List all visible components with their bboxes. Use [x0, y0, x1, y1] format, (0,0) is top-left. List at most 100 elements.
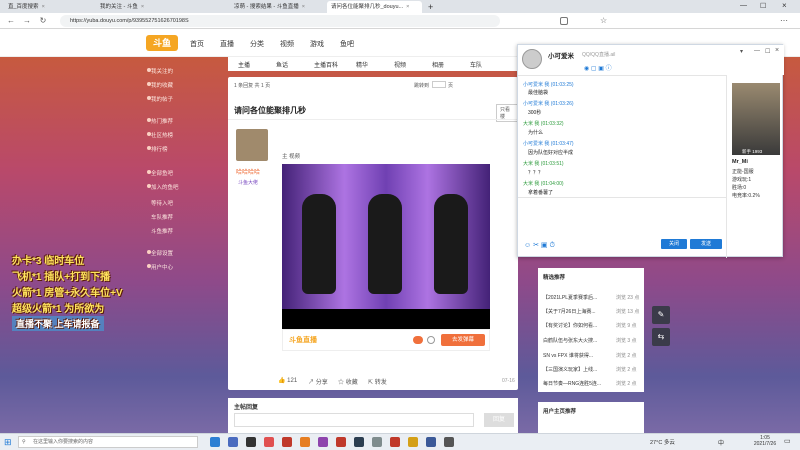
- browser-tab[interactable]: 我的关注 - 斗鱼 ×: [96, 1, 176, 13]
- favorite-button[interactable]: ☆ 收藏: [338, 377, 358, 386]
- sidebar-item[interactable]: 排行榜: [147, 145, 168, 153]
- maximize-icon[interactable]: ☐: [760, 2, 766, 10]
- extension-icon[interactable]: [560, 17, 568, 25]
- send-button[interactable]: 发送: [690, 239, 722, 249]
- share-button[interactable]: ↗ 分享: [308, 377, 328, 386]
- contact-avatar[interactable]: [522, 49, 542, 69]
- favorite-icon[interactable]: ☆: [600, 16, 607, 25]
- chat-minimize-icon[interactable]: —: [754, 48, 760, 54]
- notification-icon[interactable]: ▭: [784, 437, 791, 445]
- windows-start-icon[interactable]: ⊞: [4, 437, 12, 448]
- taskbar-search-input[interactable]: ⚲ 在这里输入你要搜索的内容: [18, 436, 198, 448]
- app-icon[interactable]: [210, 437, 220, 447]
- sidebar-item[interactable]: 斗鱼推荐: [151, 227, 173, 235]
- sidebar-item[interactable]: 我关注的: [147, 67, 173, 75]
- sidebar-item[interactable]: 等待入吧: [151, 199, 173, 207]
- app-icon[interactable]: [408, 437, 418, 447]
- share-float-icon[interactable]: ⇆: [652, 328, 670, 346]
- page-jump-input[interactable]: [432, 81, 446, 88]
- sidebar-item[interactable]: 我的收藏: [147, 81, 173, 89]
- star-icon: ☆: [338, 380, 345, 386]
- close-icon[interactable]: ×: [42, 4, 45, 10]
- new-tab-button[interactable]: +: [424, 1, 436, 13]
- app-icon[interactable]: [372, 437, 382, 447]
- nav-yuba[interactable]: 鱼吧: [340, 39, 354, 49]
- recommend-item[interactable]: 【关于7月26日上海赛... 浏览 13 点: [543, 308, 639, 315]
- app-icon[interactable]: [300, 437, 310, 447]
- recommend-item[interactable]: 每日节奏—RNG连胜5连... 浏览 2 点: [543, 380, 637, 387]
- weather-text[interactable]: 27°C 多云: [650, 438, 675, 446]
- input-language[interactable]: 中: [718, 438, 724, 447]
- sidebar-item[interactable]: 全部设置: [147, 249, 173, 257]
- subnav-item[interactable]: 主播百科: [314, 60, 338, 69]
- browser-tab-active[interactable]: 请问各位能聚排几秒_douyu... ×: [327, 1, 422, 13]
- forward-icon[interactable]: →: [22, 16, 32, 26]
- app-icon[interactable]: [426, 437, 436, 447]
- subnav-item[interactable]: 鱼话: [276, 60, 288, 69]
- app-icon[interactable]: [444, 437, 454, 447]
- app-icon[interactable]: [390, 437, 400, 447]
- menu-icon[interactable]: ⋯: [780, 16, 788, 25]
- nav-game[interactable]: 游戏: [310, 39, 324, 49]
- chat-close-icon[interactable]: ×: [775, 47, 779, 54]
- danmaku-toggle[interactable]: [413, 336, 423, 344]
- reload-icon[interactable]: ↻: [38, 16, 48, 26]
- chat-input[interactable]: [520, 199, 722, 237]
- clock[interactable]: 1:05 2021/7/26: [752, 435, 778, 447]
- nav-category[interactable]: 分类: [250, 39, 264, 49]
- close-icon[interactable]: ×: [302, 4, 305, 10]
- app-icon[interactable]: [246, 437, 256, 447]
- subnav-item[interactable]: 车队: [470, 60, 482, 69]
- author-avatar[interactable]: [236, 129, 268, 161]
- app-icon[interactable]: [336, 437, 346, 447]
- subnav-item[interactable]: 相册: [432, 60, 444, 69]
- browser-tab[interactable]: 直_百度搜索 ×: [4, 1, 94, 13]
- nav-video[interactable]: 视频: [280, 39, 294, 49]
- forward-button[interactable]: ⇱ 转发: [368, 377, 387, 386]
- app-icon[interactable]: [282, 437, 292, 447]
- recommend-item[interactable]: 【三国演义玩家】上线... 浏览 2 点: [543, 366, 637, 373]
- close-window-icon[interactable]: ×: [782, 1, 787, 10]
- author-name[interactable]: 哈哈哈哈: [236, 167, 260, 176]
- recommend-item[interactable]: 【2021LPL夏季赛季后... 浏览 23 点: [543, 294, 639, 301]
- reply-button[interactable]: 回复: [484, 413, 514, 427]
- sidebar-item[interactable]: 我的帖子: [147, 95, 173, 103]
- app-icon[interactable]: [354, 437, 364, 447]
- subnav-item[interactable]: 视频: [394, 60, 406, 69]
- sidebar-item[interactable]: 车队推荐: [151, 213, 173, 221]
- chat-menu-icon[interactable]: ▾: [740, 48, 743, 55]
- chat-tool-icons[interactable]: ◉ ▢ ▣ ⓘ: [584, 63, 612, 72]
- close-chat-button[interactable]: 关闭: [661, 239, 687, 249]
- douyu-logo[interactable]: 斗鱼: [146, 35, 178, 51]
- send-danmaku-button[interactable]: 去发弹幕: [441, 334, 485, 346]
- subnav-item[interactable]: 主播: [238, 60, 250, 69]
- minimize-icon[interactable]: —: [740, 2, 747, 9]
- video-controls[interactable]: [282, 309, 490, 329]
- nav-home[interactable]: 首页: [190, 39, 204, 49]
- sidebar-item[interactable]: 热门推荐: [147, 117, 173, 125]
- browser-tab[interactable]: 凉萌 - 搜索结果 - 斗鱼直播 ×: [230, 1, 325, 13]
- url-field[interactable]: https://yuba.douyu.com/p/939552751626701…: [60, 15, 500, 27]
- sidebar-item[interactable]: 加入的鱼吧: [147, 183, 179, 191]
- recommend-item[interactable]: 白鹤队伍与张东大火搜... 浏览 3 点: [543, 337, 637, 344]
- app-icon[interactable]: [318, 437, 328, 447]
- input-tool-icons[interactable]: ☺ ✂ ▣ ⏱: [524, 241, 555, 250]
- app-icon[interactable]: [264, 437, 274, 447]
- nav-live[interactable]: 直播: [220, 39, 234, 49]
- close-icon[interactable]: ×: [141, 4, 144, 10]
- sidebar-item[interactable]: 全部鱼吧: [147, 169, 173, 177]
- recommend-item[interactable]: SN vs FPX 谁将获得... 浏览 2 点: [543, 352, 637, 359]
- chat-maximize-icon[interactable]: ☐: [765, 48, 770, 55]
- sidebar-item[interactable]: 社区热榜: [147, 131, 173, 139]
- app-icon[interactable]: [228, 437, 238, 447]
- like-button[interactable]: 👍 121: [278, 377, 297, 384]
- sidebar-item[interactable]: 用户中心: [147, 263, 173, 271]
- recommend-item[interactable]: 【有奖讨论】你如何看... 浏览 9 点: [543, 322, 637, 329]
- settings-icon[interactable]: [427, 336, 435, 344]
- edit-icon[interactable]: ✎: [652, 306, 670, 324]
- video-player[interactable]: [282, 164, 490, 329]
- subnav-item[interactable]: 精华: [356, 60, 368, 69]
- back-icon[interactable]: ←: [6, 16, 16, 26]
- close-icon[interactable]: ×: [406, 4, 409, 10]
- reply-input[interactable]: [234, 413, 474, 427]
